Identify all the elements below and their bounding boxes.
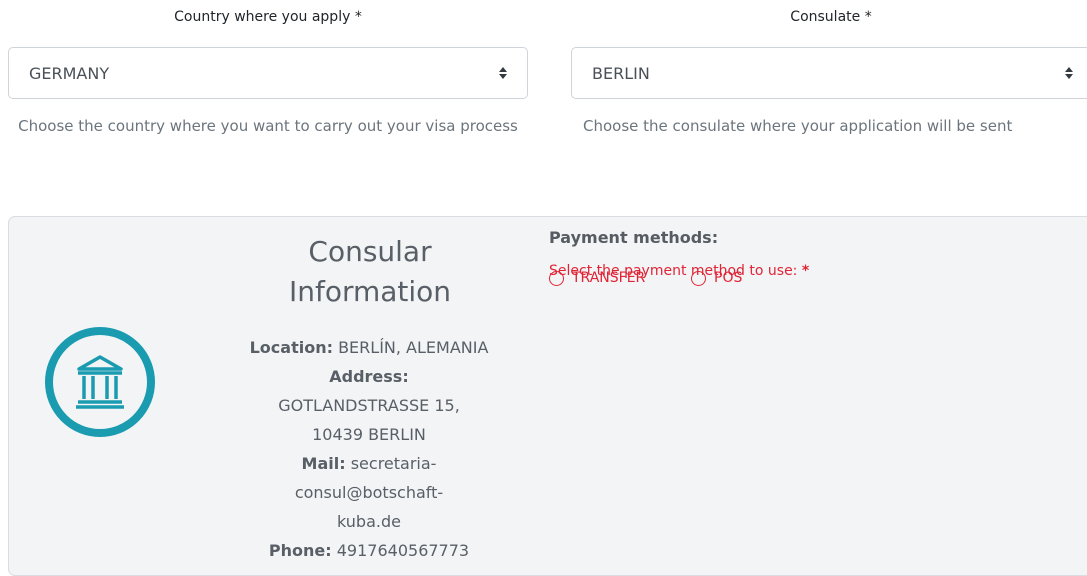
address-value: GOTLANDSTRASSE 15, 10439 BERLIN [278,396,460,444]
phone-line: Phone: 4917640567773 [216,536,522,565]
pos-radio-icon[interactable] [691,270,706,286]
phone-label: Phone: [268,541,332,560]
address-line: Address: GOTLANDSTRASSE 15, 10439 BERLIN [216,362,522,449]
address-label: Address: [329,367,409,386]
payment-methods-title: Payment methods: [549,228,719,247]
country-select-value: GERMANY [29,63,110,83]
location-line: Location: BERLÍN, ALEMANIA [216,333,522,362]
location-label: Location: [249,338,333,357]
country-label: Country where you apply * [174,9,362,25]
phone-value: 4917640567773 [336,541,470,560]
consulate-select-value: BERLIN [592,63,650,83]
sort-arrows-icon [1065,67,1073,79]
consular-details: Location: BERLÍN, ALEMANIA Address: GOTL… [216,333,522,565]
country-select[interactable]: GERMANY [8,47,528,99]
consular-info-card [8,216,1087,576]
transfer-radio-icon[interactable] [549,270,564,286]
consulate-select[interactable]: BERLIN [571,47,1087,99]
mail-line: Mail: secretaria-consul@botschaft-kuba.d… [216,449,522,536]
transfer-label: TRANSFER [572,270,646,286]
mail-label: Mail: [301,454,346,473]
location-value: BERLÍN, ALEMANIA [338,338,489,357]
consulate-label: Consulate * [790,9,872,25]
required-mark: * [801,263,810,279]
pos-label: POS [714,270,743,286]
payment-option-transfer[interactable]: TRANSFER [549,270,645,286]
sort-arrows-icon [499,67,507,79]
bank-icon [45,327,155,437]
consulate-help-text: Choose the consulate where your applicat… [583,117,1013,135]
country-help-text: Choose the country where you want to car… [18,117,518,135]
payment-option-pos[interactable]: POS [691,270,742,286]
consular-info-title: Consular Information [288,235,452,308]
